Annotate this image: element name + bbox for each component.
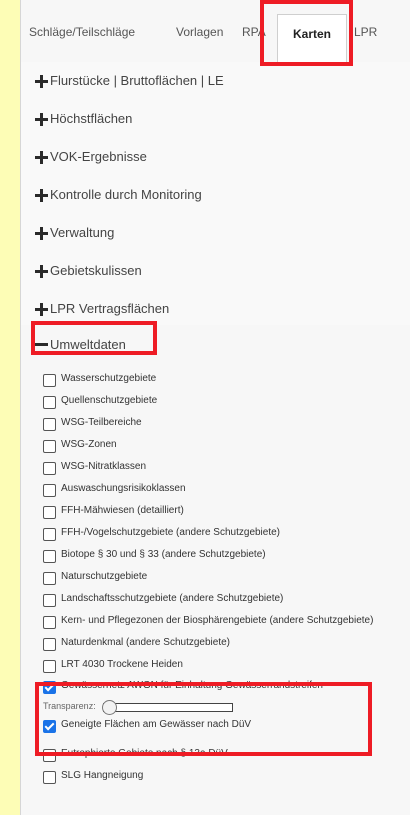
layer-checkbox[interactable]: [43, 506, 56, 519]
expand-icon: [35, 189, 48, 202]
tab-bar: Schläge/Teilschläge Vorlagen RPA LPR Kar…: [21, 0, 410, 63]
expand-icon: [35, 265, 48, 278]
collapse-icon: [35, 343, 48, 346]
layer-checkbox[interactable]: [43, 374, 56, 387]
map-layer-panel: Schläge/Teilschläge Vorlagen RPA LPR Kar…: [20, 0, 410, 815]
section-label: LPR Vertragsflächen: [50, 301, 170, 316]
section-flurstuecke[interactable]: Flurstücke | Bruttoflächen | LE: [21, 62, 410, 101]
section-umweltdaten[interactable]: Umweltdaten: [21, 325, 410, 364]
layer-checkbox[interactable]: [43, 484, 56, 497]
section-label: Kontrolle durch Monitoring: [50, 187, 202, 202]
layer-checkbox[interactable]: [43, 594, 56, 607]
layer-checkbox[interactable]: [43, 660, 56, 673]
tab-vorlagen[interactable]: Vorlagen: [176, 25, 223, 39]
layer-checkbox[interactable]: [43, 528, 56, 541]
section-vok-ergebnisse[interactable]: VOK-Ergebnisse: [21, 138, 410, 177]
umweltdaten-layer-list: Wasserschutzgebiete Quellenschutzgebiete…: [21, 363, 410, 815]
section-hoechstflaechen[interactable]: Höchstflächen: [21, 100, 410, 139]
expand-icon: [35, 75, 48, 88]
expand-icon: [35, 303, 48, 316]
section-label: Flurstücke | Bruttoflächen | LE: [50, 73, 224, 88]
expand-icon: [35, 151, 48, 164]
layer-checkbox[interactable]: [43, 396, 56, 409]
layer-checkbox[interactable]: [43, 749, 56, 762]
tab-rpa[interactable]: RPA: [242, 25, 266, 39]
layer-checkbox[interactable]: [43, 440, 56, 453]
layer-checkbox[interactable]: [43, 616, 56, 629]
tab-schlaege[interactable]: Schläge/Teilschläge: [29, 25, 135, 39]
section-label: Gebietskulissen: [50, 263, 142, 278]
section-verwaltung[interactable]: Verwaltung: [21, 214, 410, 253]
layer-checkbox[interactable]: [43, 771, 56, 784]
layer-checkbox[interactable]: [43, 572, 56, 585]
expand-icon: [35, 227, 48, 240]
section-label: VOK-Ergebnisse: [50, 149, 147, 164]
layer-checkbox[interactable]: [43, 418, 56, 431]
transparency-slider[interactable]: [102, 700, 233, 715]
tab-karten[interactable]: Karten: [277, 14, 347, 62]
transparency-label: Transparenz:: [43, 701, 96, 711]
section-gebietskulissen[interactable]: Gebietskulissen: [21, 252, 410, 291]
tab-lpr[interactable]: LPR: [354, 25, 377, 39]
layer-checkbox[interactable]: [43, 462, 56, 475]
section-monitoring[interactable]: Kontrolle durch Monitoring: [21, 176, 410, 215]
layer-checkbox-checked[interactable]: [43, 681, 56, 694]
section-label: Umweltdaten: [50, 337, 126, 352]
slider-knob[interactable]: [102, 700, 117, 715]
section-label: Höchstflächen: [50, 111, 133, 126]
layer-checkbox-checked[interactable]: [43, 720, 56, 733]
section-lpr-vertragsflaechen[interactable]: LPR Vertragsflächen: [21, 290, 410, 329]
section-label: Verwaltung: [50, 225, 115, 240]
expand-icon: [35, 113, 48, 126]
layer-checkbox[interactable]: [43, 638, 56, 651]
layer-checkbox[interactable]: [43, 550, 56, 563]
